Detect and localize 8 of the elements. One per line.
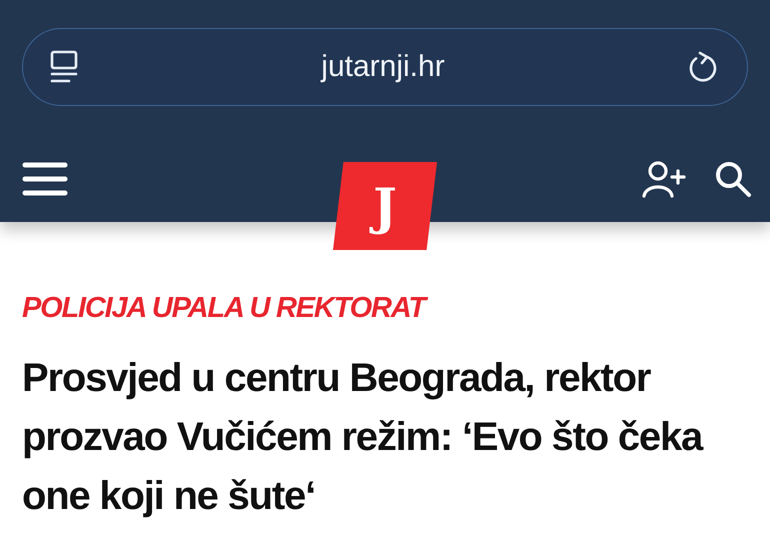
reload-icon[interactable] [686,51,717,83]
address-text[interactable]: jutarnji.hr [321,50,445,84]
menu-icon[interactable] [22,161,68,197]
reader-view-icon[interactable] [49,50,79,84]
site-logo[interactable]: J [333,162,437,250]
search-icon[interactable] [714,160,752,198]
article-headline[interactable]: Prosvjed u centru Beograda, rektor prozvao Vučićem režim: ‘Evo što čeka one koji ne šute‘ [22,349,757,526]
add-user-icon[interactable] [642,160,686,198]
